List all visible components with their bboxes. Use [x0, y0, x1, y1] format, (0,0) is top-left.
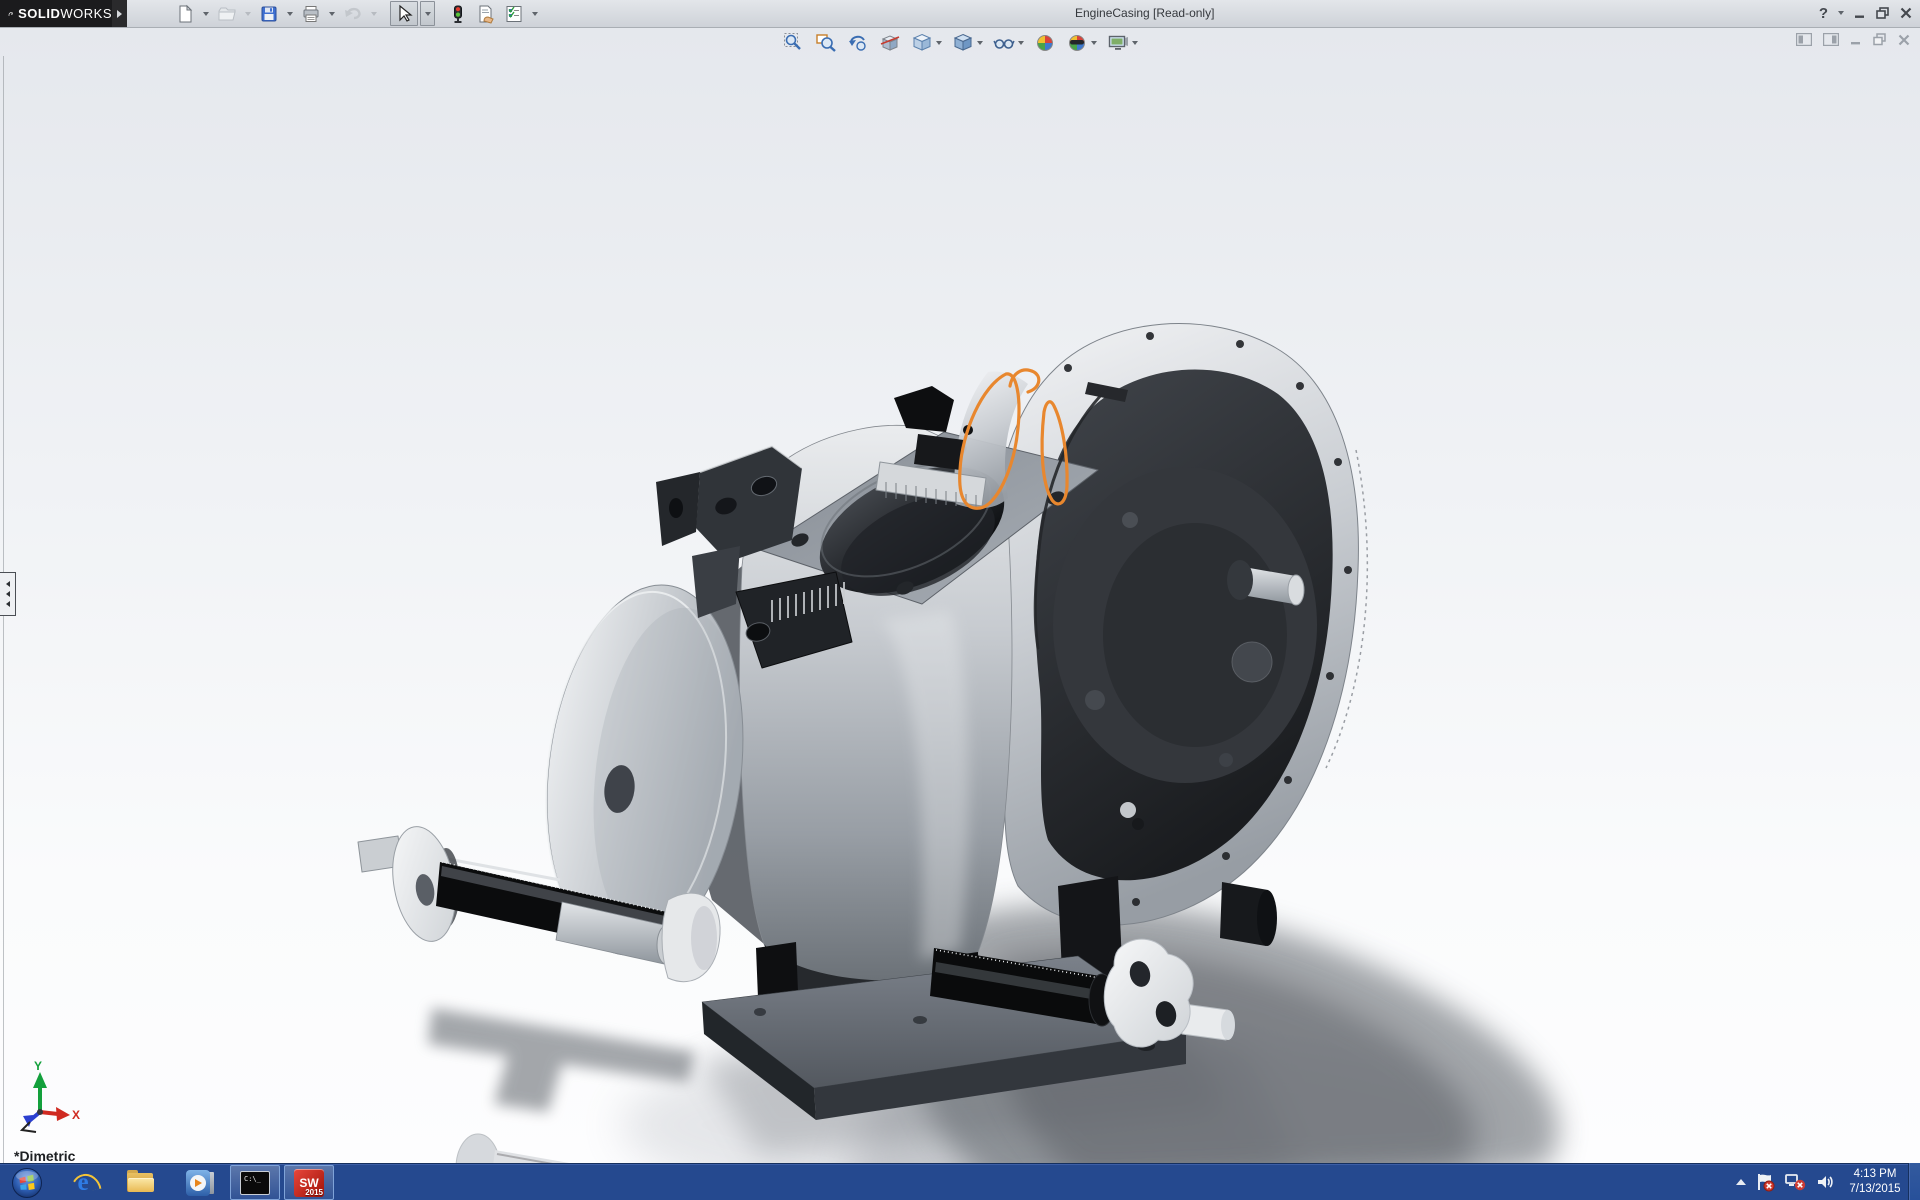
undo-button[interactable] — [340, 2, 366, 25]
help-dropdown[interactable] — [1838, 3, 1844, 23]
apply-scene-button[interactable] — [1064, 31, 1099, 55]
media-player-icon — [186, 1170, 213, 1196]
open-document-button[interactable] — [214, 2, 240, 25]
title-bar: SOLIDWORKS — [0, 0, 1920, 28]
flyout-arrow-icon — [117, 10, 122, 18]
window-controls: ? — [1819, 3, 1912, 23]
expand-pane-arrow-icon — [6, 601, 10, 607]
new-document-icon — [175, 4, 195, 24]
speaker-icon — [1815, 1172, 1835, 1192]
folder-icon — [127, 1173, 155, 1193]
close-icon — [1900, 7, 1912, 19]
undo-dropdown[interactable] — [368, 2, 380, 25]
rebuild-traffic-light-icon — [448, 4, 468, 24]
action-center-button[interactable] — [1755, 1172, 1775, 1192]
taskbar-command-prompt[interactable]: C:\_ — [230, 1165, 280, 1200]
up-arrow-icon — [1736, 1179, 1746, 1185]
app-window: Y X *Dimetric SOLIDWORKS — [0, 0, 1920, 1200]
scene-ball-icon — [1066, 32, 1088, 54]
triad-y-label: Y — [34, 1059, 42, 1073]
previous-view-icon — [847, 32, 869, 54]
zoom-to-area-icon — [815, 32, 837, 54]
new-document-button[interactable] — [172, 2, 198, 25]
brand-name: SOLIDWORKS — [18, 6, 112, 21]
zoom-to-fit-button[interactable] — [781, 31, 807, 55]
select-dropdown[interactable] — [420, 1, 435, 26]
windows-taskbar: e C:\_ SW 2015 — [0, 1163, 1920, 1200]
display-style-button[interactable] — [950, 31, 985, 55]
network-status-button[interactable] — [1784, 1172, 1806, 1192]
system-tray: 4:13 PM 7/13/2015 — [1736, 1163, 1906, 1200]
print-button[interactable] — [298, 2, 324, 25]
section-view-button[interactable] — [877, 31, 903, 55]
view-settings-icon — [1107, 32, 1129, 54]
zoom-to-fit-icon — [783, 32, 805, 54]
hide-show-items-button[interactable] — [991, 31, 1026, 55]
options-icon — [504, 4, 524, 24]
edit-appearance-button[interactable] — [1032, 31, 1058, 55]
taskbar-internet-explorer[interactable]: e — [54, 1165, 112, 1200]
save-icon — [259, 4, 279, 24]
restore-icon — [1876, 7, 1890, 19]
file-properties-button[interactable] — [473, 2, 499, 25]
eyeglasses-icon — [993, 32, 1015, 54]
action-center-flag-icon — [1755, 1172, 1775, 1192]
clock-date: 7/13/2015 — [1849, 1182, 1900, 1197]
appearance-ball-icon — [1034, 32, 1056, 54]
view-settings-button[interactable] — [1105, 31, 1140, 55]
close-button[interactable] — [1900, 3, 1912, 23]
minimize-button[interactable] — [1854, 3, 1866, 23]
undo-icon — [343, 4, 363, 24]
print-icon — [301, 4, 321, 24]
options-dropdown[interactable] — [529, 2, 541, 25]
view-orientation-label: *Dimetric — [14, 1148, 75, 1164]
internet-explorer-icon: e — [70, 1170, 96, 1196]
viewport-canvas[interactable]: Y X — [0, 0, 1920, 1200]
triad-x-label: X — [72, 1108, 80, 1122]
open-document-icon — [217, 4, 237, 24]
menu-flyout-button[interactable] — [112, 0, 127, 27]
taskbar-media-player[interactable] — [170, 1165, 228, 1200]
taskbar-windows-explorer[interactable] — [112, 1165, 170, 1200]
open-document-dropdown[interactable] — [242, 2, 254, 25]
minimize-icon — [1854, 7, 1866, 19]
volume-button[interactable] — [1815, 1172, 1835, 1192]
command-prompt-icon: C:\_ — [240, 1171, 270, 1195]
select-button[interactable] — [390, 1, 418, 26]
window-title: EngineCasing [Read-only] — [1075, 6, 1214, 20]
select-cursor-icon — [394, 4, 414, 24]
new-document-dropdown[interactable] — [200, 2, 212, 25]
network-disconnected-icon — [1784, 1172, 1806, 1192]
taskbar-solidworks[interactable]: SW 2015 — [284, 1165, 334, 1200]
display-style-icon — [952, 32, 974, 54]
print-dropdown[interactable] — [326, 2, 338, 25]
save-dropdown[interactable] — [284, 2, 296, 25]
section-view-icon — [879, 32, 901, 54]
view-orientation-button[interactable] — [909, 31, 944, 55]
view-orientation-icon — [911, 32, 933, 54]
options-button[interactable] — [501, 2, 527, 25]
rebuild-button[interactable] — [445, 2, 471, 25]
taskbar-clock[interactable]: 4:13 PM 7/13/2015 — [1844, 1167, 1906, 1197]
zoom-to-area-button[interactable] — [813, 31, 839, 55]
show-hidden-icons-button[interactable] — [1736, 1179, 1746, 1185]
solidworks-2015-icon: SW 2015 — [294, 1169, 324, 1197]
show-desktop-button[interactable] — [1908, 1163, 1920, 1200]
dassault-3ds-icon — [8, 6, 14, 22]
windows-start-orb-icon — [11, 1167, 43, 1199]
featuremanager-collapsed-tab[interactable] — [0, 572, 16, 616]
help-button[interactable]: ? — [1819, 3, 1828, 23]
clock-time: 4:13 PM — [1854, 1167, 1897, 1182]
restore-button[interactable] — [1876, 3, 1890, 23]
start-button[interactable] — [0, 1165, 54, 1200]
heads-up-view-toolbar — [0, 31, 1920, 55]
standard-toolbar — [172, 1, 541, 26]
save-button[interactable] — [256, 2, 282, 25]
expand-pane-arrow-icon — [6, 591, 10, 597]
file-properties-icon — [476, 4, 496, 24]
solidworks-logo: SOLIDWORKS — [0, 0, 112, 27]
previous-view-button[interactable] — [845, 31, 871, 55]
expand-pane-arrow-icon — [6, 581, 10, 587]
